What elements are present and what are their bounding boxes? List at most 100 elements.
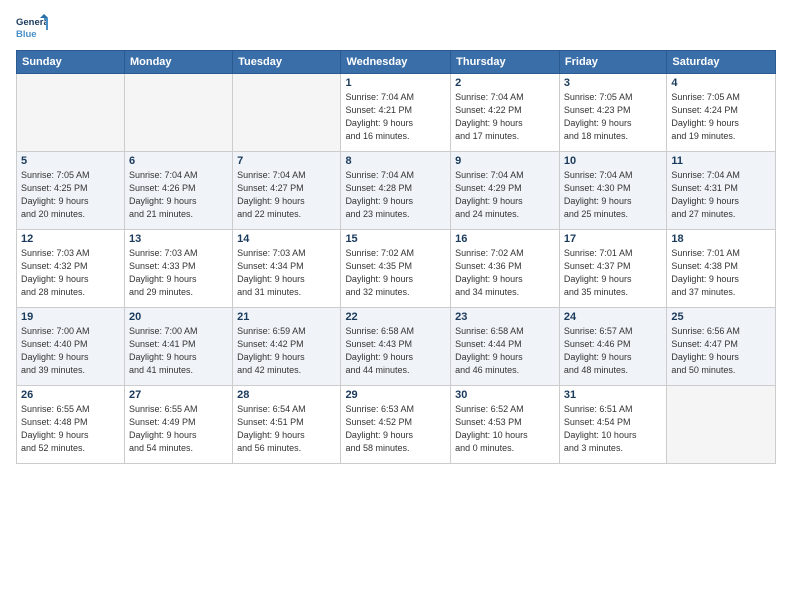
calendar-cell: 13 Sunrise: 7:03 AM Sunset: 4:33 PM Dayli… bbox=[124, 230, 232, 308]
calendar-cell: 23 Sunrise: 6:58 AM Sunset: 4:44 PM Dayli… bbox=[451, 308, 560, 386]
header: General Blue bbox=[16, 12, 776, 44]
calendar-cell bbox=[667, 386, 776, 464]
calendar-week-row: 26Sunrise: 6:55 AM Sunset: 4:48 PM Dayli… bbox=[17, 386, 776, 464]
calendar-week-row: 5 Sunrise: 7:05 AM Sunset: 4:25 PM Daylig… bbox=[17, 152, 776, 230]
calendar-week-row: 19 Sunrise: 7:00 AM Sunset: 4:40 PM Dayli… bbox=[17, 308, 776, 386]
weekday-header-friday: Friday bbox=[559, 51, 666, 74]
calendar-cell: 21 Sunrise: 6:59 AM Sunset: 4:42 PM Dayli… bbox=[233, 308, 341, 386]
weekday-header-wednesday: Wednesday bbox=[341, 51, 451, 74]
day-number: 14 bbox=[237, 233, 336, 245]
day-info: Sunrise: 7:04 AM Sunset: 4:26 PM Dayligh… bbox=[129, 169, 228, 221]
calendar-cell: 17Sunrise: 7:01 AM Sunset: 4:37 PM Dayli… bbox=[559, 230, 666, 308]
weekday-header-saturday: Saturday bbox=[667, 51, 776, 74]
calendar-cell: 20 Sunrise: 7:00 AM Sunset: 4:41 PM Dayli… bbox=[124, 308, 232, 386]
calendar-cell: 15 Sunrise: 7:02 AM Sunset: 4:35 PM Dayli… bbox=[341, 230, 451, 308]
day-number: 1 bbox=[345, 77, 446, 89]
day-number: 24 bbox=[564, 311, 662, 323]
weekday-header-thursday: Thursday bbox=[451, 51, 560, 74]
day-info: Sunrise: 7:04 AM Sunset: 4:22 PM Dayligh… bbox=[455, 91, 555, 143]
day-number: 22 bbox=[345, 311, 446, 323]
page: General Blue SundayMondayTuesdayWednesda… bbox=[0, 0, 792, 474]
day-number: 4 bbox=[671, 77, 771, 89]
day-number: 10 bbox=[564, 155, 662, 167]
day-info: Sunrise: 7:00 AM Sunset: 4:40 PM Dayligh… bbox=[21, 325, 120, 377]
day-number: 7 bbox=[237, 155, 336, 167]
calendar-cell: 2 Sunrise: 7:04 AM Sunset: 4:22 PM Daylig… bbox=[451, 74, 560, 152]
logo-svg: General Blue bbox=[16, 12, 48, 44]
calendar-header-row: SundayMondayTuesdayWednesdayThursdayFrid… bbox=[17, 51, 776, 74]
day-info: Sunrise: 7:04 AM Sunset: 4:31 PM Dayligh… bbox=[671, 169, 771, 221]
day-info: Sunrise: 7:01 AM Sunset: 4:38 PM Dayligh… bbox=[671, 247, 771, 299]
day-info: Sunrise: 6:57 AM Sunset: 4:46 PM Dayligh… bbox=[564, 325, 662, 377]
day-info: Sunrise: 7:04 AM Sunset: 4:28 PM Dayligh… bbox=[345, 169, 446, 221]
day-number: 20 bbox=[129, 311, 228, 323]
day-info: Sunrise: 7:05 AM Sunset: 4:24 PM Dayligh… bbox=[671, 91, 771, 143]
calendar-cell: 30 Sunrise: 6:52 AM Sunset: 4:53 PM Dayli… bbox=[451, 386, 560, 464]
day-info: Sunrise: 6:52 AM Sunset: 4:53 PM Dayligh… bbox=[455, 403, 555, 455]
day-number: 8 bbox=[345, 155, 446, 167]
day-info: Sunrise: 6:53 AM Sunset: 4:52 PM Dayligh… bbox=[345, 403, 446, 455]
day-info: Sunrise: 6:58 AM Sunset: 4:43 PM Dayligh… bbox=[345, 325, 446, 377]
day-number: 25 bbox=[671, 311, 771, 323]
day-info: Sunrise: 6:55 AM Sunset: 4:48 PM Dayligh… bbox=[21, 403, 120, 455]
day-number: 19 bbox=[21, 311, 120, 323]
day-number: 30 bbox=[455, 389, 555, 401]
day-number: 21 bbox=[237, 311, 336, 323]
day-number: 6 bbox=[129, 155, 228, 167]
day-info: Sunrise: 6:59 AM Sunset: 4:42 PM Dayligh… bbox=[237, 325, 336, 377]
calendar-week-row: 1 Sunrise: 7:04 AM Sunset: 4:21 PM Daylig… bbox=[17, 74, 776, 152]
calendar-cell: 14 Sunrise: 7:03 AM Sunset: 4:34 PM Dayli… bbox=[233, 230, 341, 308]
calendar-cell: 8 Sunrise: 7:04 AM Sunset: 4:28 PM Daylig… bbox=[341, 152, 451, 230]
calendar-cell: 9Sunrise: 7:04 AM Sunset: 4:29 PM Daylig… bbox=[451, 152, 560, 230]
weekday-header-sunday: Sunday bbox=[17, 51, 125, 74]
weekday-header-tuesday: Tuesday bbox=[233, 51, 341, 74]
day-number: 17 bbox=[564, 233, 662, 245]
day-number: 5 bbox=[21, 155, 120, 167]
day-info: Sunrise: 6:51 AM Sunset: 4:54 PM Dayligh… bbox=[564, 403, 662, 455]
day-number: 23 bbox=[455, 311, 555, 323]
day-info: Sunrise: 7:05 AM Sunset: 4:23 PM Dayligh… bbox=[564, 91, 662, 143]
day-number: 31 bbox=[564, 389, 662, 401]
logo: General Blue bbox=[16, 12, 48, 44]
day-info: Sunrise: 7:02 AM Sunset: 4:35 PM Dayligh… bbox=[345, 247, 446, 299]
calendar-cell: 27Sunrise: 6:55 AM Sunset: 4:49 PM Dayli… bbox=[124, 386, 232, 464]
calendar-cell: 1 Sunrise: 7:04 AM Sunset: 4:21 PM Daylig… bbox=[341, 74, 451, 152]
day-info: Sunrise: 7:04 AM Sunset: 4:21 PM Dayligh… bbox=[345, 91, 446, 143]
day-info: Sunrise: 7:03 AM Sunset: 4:32 PM Dayligh… bbox=[21, 247, 120, 299]
calendar-cell: 19 Sunrise: 7:00 AM Sunset: 4:40 PM Dayli… bbox=[17, 308, 125, 386]
calendar-cell bbox=[17, 74, 125, 152]
day-info: Sunrise: 7:03 AM Sunset: 4:34 PM Dayligh… bbox=[237, 247, 336, 299]
day-info: Sunrise: 7:04 AM Sunset: 4:27 PM Dayligh… bbox=[237, 169, 336, 221]
weekday-header-monday: Monday bbox=[124, 51, 232, 74]
calendar-cell: 25 Sunrise: 6:56 AM Sunset: 4:47 PM Dayli… bbox=[667, 308, 776, 386]
day-info: Sunrise: 7:05 AM Sunset: 4:25 PM Dayligh… bbox=[21, 169, 120, 221]
calendar-cell: 6 Sunrise: 7:04 AM Sunset: 4:26 PM Daylig… bbox=[124, 152, 232, 230]
day-number: 27 bbox=[129, 389, 228, 401]
day-info: Sunrise: 7:03 AM Sunset: 4:33 PM Dayligh… bbox=[129, 247, 228, 299]
day-number: 28 bbox=[237, 389, 336, 401]
day-number: 2 bbox=[455, 77, 555, 89]
calendar-cell: 26Sunrise: 6:55 AM Sunset: 4:48 PM Dayli… bbox=[17, 386, 125, 464]
day-number: 15 bbox=[345, 233, 446, 245]
calendar-table: SundayMondayTuesdayWednesdayThursdayFrid… bbox=[16, 50, 776, 464]
calendar-cell: 28 Sunrise: 6:54 AM Sunset: 4:51 PM Dayli… bbox=[233, 386, 341, 464]
calendar-cell: 4 Sunrise: 7:05 AM Sunset: 4:24 PM Daylig… bbox=[667, 74, 776, 152]
day-info: Sunrise: 7:00 AM Sunset: 4:41 PM Dayligh… bbox=[129, 325, 228, 377]
calendar-cell: 31 Sunrise: 6:51 AM Sunset: 4:54 PM Dayli… bbox=[559, 386, 666, 464]
day-info: Sunrise: 6:58 AM Sunset: 4:44 PM Dayligh… bbox=[455, 325, 555, 377]
calendar-cell: 5 Sunrise: 7:05 AM Sunset: 4:25 PM Daylig… bbox=[17, 152, 125, 230]
day-info: Sunrise: 6:56 AM Sunset: 4:47 PM Dayligh… bbox=[671, 325, 771, 377]
day-info: Sunrise: 6:54 AM Sunset: 4:51 PM Dayligh… bbox=[237, 403, 336, 455]
day-number: 11 bbox=[671, 155, 771, 167]
day-number: 13 bbox=[129, 233, 228, 245]
calendar-cell: 29Sunrise: 6:53 AM Sunset: 4:52 PM Dayli… bbox=[341, 386, 451, 464]
calendar-cell: 11 Sunrise: 7:04 AM Sunset: 4:31 PM Dayli… bbox=[667, 152, 776, 230]
calendar-cell: 24 Sunrise: 6:57 AM Sunset: 4:46 PM Dayli… bbox=[559, 308, 666, 386]
calendar-cell: 3Sunrise: 7:05 AM Sunset: 4:23 PM Daylig… bbox=[559, 74, 666, 152]
day-info: Sunrise: 7:04 AM Sunset: 4:30 PM Dayligh… bbox=[564, 169, 662, 221]
day-number: 12 bbox=[21, 233, 120, 245]
day-number: 16 bbox=[455, 233, 555, 245]
calendar-cell: 12 Sunrise: 7:03 AM Sunset: 4:32 PM Dayli… bbox=[17, 230, 125, 308]
day-number: 18 bbox=[671, 233, 771, 245]
day-info: Sunrise: 7:04 AM Sunset: 4:29 PM Dayligh… bbox=[455, 169, 555, 221]
